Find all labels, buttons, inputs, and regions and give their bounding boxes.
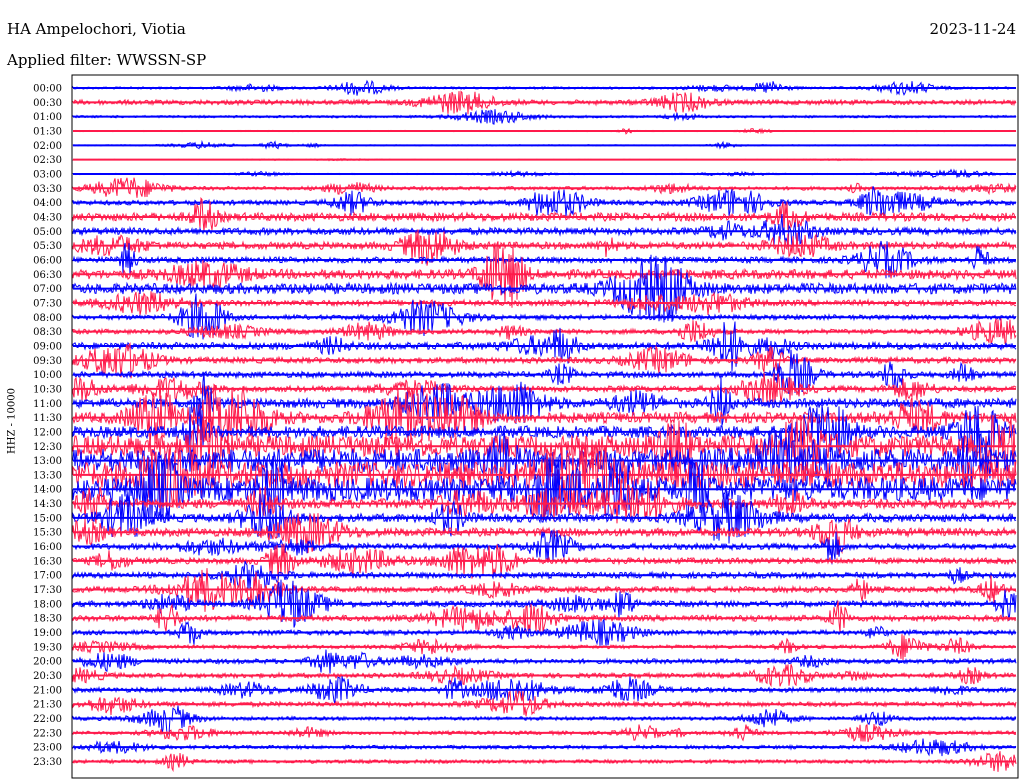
trace-lines [72,79,1017,773]
time-label: 14:30 [33,499,62,510]
time-label: 13:00 [33,456,62,467]
time-label: 06:00 [33,255,62,266]
time-label: 13:30 [33,470,62,481]
time-label: 08:00 [33,313,62,324]
time-label: 04:00 [33,198,62,209]
time-label: 08:30 [33,327,62,338]
time-label: 05:00 [33,227,62,238]
time-label: 17:30 [33,585,62,596]
time-label: 12:30 [33,442,62,453]
time-label: 17:00 [33,571,62,582]
time-label: 22:00 [33,714,62,725]
time-label: 02:30 [33,155,62,166]
time-label: 21:00 [33,685,62,696]
time-label: 23:30 [33,757,62,768]
time-axis-labels: 00:00 00:30 01:00 01:30 02:00 02:30 03:00 03:30… [33,84,62,769]
time-label: 16:00 [33,542,62,553]
time-label: 01:30 [33,126,62,137]
time-label: 09:00 [33,341,62,352]
time-label: 12:00 [33,427,62,438]
helicorder-plot: 00:00 00:30 01:00 01:30 02:00 02:30 03:00 03:30… [33,74,1019,779]
time-label: 22:30 [33,728,62,739]
time-label: 23:00 [33,743,62,754]
time-label: 05:30 [33,241,62,252]
time-label: 01:00 [33,112,62,123]
time-label: 06:30 [33,270,62,281]
time-label: 10:00 [33,370,62,381]
time-label: 21:30 [33,700,62,711]
time-label: 18:00 [33,599,62,610]
time-label: 11:30 [33,413,62,424]
time-label: 18:30 [33,614,62,625]
time-label: 09:30 [33,356,62,367]
time-label: 00:00 [33,84,62,95]
time-label: 20:30 [33,671,62,682]
time-label: 20:00 [33,657,62,668]
time-label: 14:00 [33,485,62,496]
time-label: 07:00 [33,284,62,295]
time-label: 02:00 [33,141,62,152]
time-label: 11:00 [33,399,62,410]
time-label: 15:30 [33,528,62,539]
time-label: 03:00 [33,169,62,180]
time-label: 07:30 [33,298,62,309]
time-label: 15:00 [33,513,62,524]
time-label: 00:30 [33,98,62,109]
time-label: 19:00 [33,628,62,639]
time-label: 04:30 [33,212,62,223]
time-label: 16:30 [33,556,62,567]
time-label: 19:30 [33,642,62,653]
time-label: 03:30 [33,184,62,195]
time-label: 10:30 [33,384,62,395]
